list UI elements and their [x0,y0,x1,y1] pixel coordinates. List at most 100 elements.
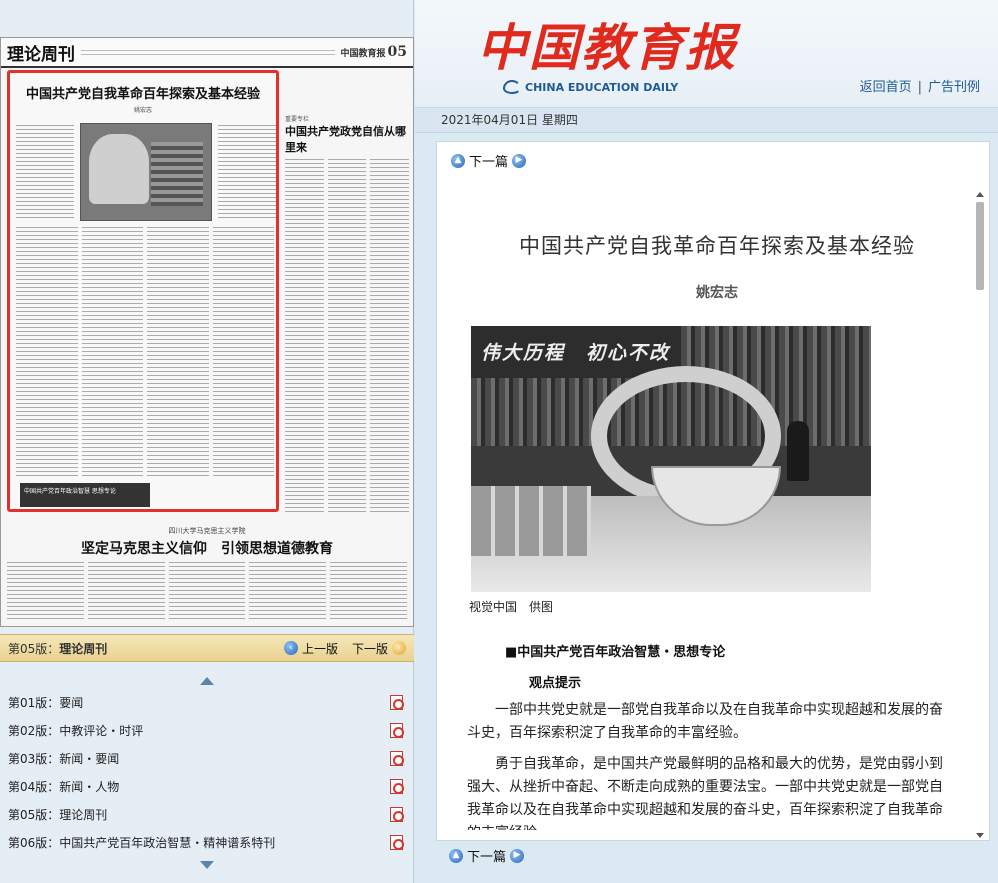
next-edition-label: 下一版 [351,641,388,656]
arrow-forward-icon: ▶ [512,153,527,168]
page-list-label: 第06版：中国共产党百年政治智慧・精神谱系特刊 [8,835,276,850]
prev-edition-label: 上一版 [301,641,338,656]
thumb-bottom-title: 坚定马克思主义信仰 引领思想道德教育 [81,541,333,557]
thumb-col [285,159,324,514]
article-paragraph: 一部中共党史就是一部党自我革命以及在自我革命中实现超越和发展的奋斗史，百年探索积… [467,702,943,741]
pdf-icon[interactable] [390,750,404,766]
article-tip-heading: 观点提示 [529,676,582,691]
article-body: 中国共产党自我革命百年探索及基本经验 姚宏志 伟大历程 初心不改 视觉中国 供图… [467,180,967,830]
thumb-col [7,562,84,622]
thumb-col [16,227,78,477]
logo-chinese: 中国教育报 [477,18,737,77]
scroll-down-icon[interactable] [976,833,984,838]
page-list-item[interactable]: 第01版：要闻 [0,688,414,716]
date-bar: 2021年04月01日 星期四 [415,108,998,133]
ad-rates-link[interactable]: 广告刊例 [928,80,980,95]
edition-page-list: 第01版：要闻 第02版：中教评论・时评 第03版：新闻・要闻 第04版：新闻・… [0,688,414,856]
home-link[interactable]: 返回首页 [860,80,912,95]
thumb-side-columns [285,159,409,514]
next-article-label: 下一篇 [467,850,507,865]
thumb-bottom-article[interactable]: 四川大学马克思主义学院 坚定马克思主义信仰 引领思想道德教育 [7,526,407,622]
page-list-item[interactable]: 第02版：中教评论・时评 [0,716,414,744]
pdf-icon[interactable] [390,722,404,738]
newspaper-name: 中国教育报 [340,49,386,59]
current-edition: 第05版：理论周刊 [8,640,270,657]
article-author: 姚宏志 [696,285,738,301]
link-separator: | [917,80,922,95]
pdf-icon[interactable] [390,778,404,794]
page-root: 理论周刊 中国教育报 05 中国共产党自我革命百年探索及基本经验 姚宏志 中国共产… [0,0,998,883]
article-scrollbar[interactable] [975,192,985,838]
article-photo: 伟大历程 初心不改 [471,326,871,592]
pdf-icon[interactable] [390,806,404,822]
thumb-col [327,159,367,514]
arrow-left-icon: ‹ [283,641,298,655]
edition-nav-bar: 第05版：理论周刊 ‹ 上一版 下一版 › [0,634,414,662]
prev-edition-button[interactable]: ‹ 上一版 [283,640,338,657]
top-links: 返回首页 | 广告刊例 [860,76,980,95]
page-list-item[interactable]: 第04版：新闻・人物 [0,772,414,800]
pdf-icon[interactable] [390,834,404,850]
left-panel: 理论周刊 中国教育报 05 中国共产党自我革命百年探索及基本经验 姚宏志 中国共产… [0,0,414,883]
logo-english-text: CHINA EDUCATION DAILY [525,80,679,94]
page-list-item[interactable]: 第03版：新闻・要闻 [0,744,414,772]
newspaper-header: 理论周刊 中国教育报 05 [1,38,413,68]
page-list-label: 第04版：新闻・人物 [8,779,120,794]
highlighted-article-region[interactable]: 中国共产党自我革命百年探索及基本经验 姚宏志 中国共产党百年政治智慧 思想专论 [7,70,279,512]
next-article-label: 下一篇 [469,155,509,170]
thumb-col [249,562,327,622]
current-edition-name: 理论周刊 [59,641,108,656]
logo-english: CHINA EDUCATION DAILY [503,80,678,94]
masthead: 中国教育报 CHINA EDUCATION DAILY 返回首页 | 广告刊例 [415,0,998,108]
arrow-forward-icon: ▶ [510,848,525,863]
thumb-col [147,227,209,477]
triangle-up-icon [200,677,214,685]
thumb-col [212,227,274,477]
thumb-bottom-supertitle: 四川大学马克思主义学院 [168,527,246,535]
right-panel: 中国教育报 CHINA EDUCATION DAILY 返回首页 | 广告刊例 20… [415,0,998,883]
thumb-side-article[interactable]: 重要专栏 中国共产党政党自信从哪里来 [285,114,409,514]
photo-caption: 视觉中国 供图 [469,600,554,614]
thumb-col [168,562,246,622]
page-list-label: 第01版：要闻 [8,695,84,710]
page-list-scroll-up[interactable] [0,674,414,688]
thumb-column-badge: 中国共产党百年政治智慧 思想专论 [20,483,150,507]
current-edition-prefix: 第05版： [8,641,60,656]
thumb-col [87,562,165,622]
thumb-col [330,562,407,622]
thumb-text-block-right [218,125,276,221]
thumb-col [370,159,409,514]
photo-person [787,421,809,481]
thumb-bottom-columns [7,562,407,622]
scroll-up-icon[interactable] [976,192,984,197]
thumb-article-author: 姚宏志 [133,107,152,114]
thumb-text-block-left [16,125,74,221]
newspaper-section-title: 理论周刊 [7,44,75,65]
article-panel: ▲ 下一篇 ▶ 中国共产党自我革命百年探索及基本经验 姚宏志 伟大历程 初心不改… [436,141,990,841]
page-list-label: 第05版：理论周刊 [8,807,108,822]
next-article-top[interactable]: ▲ 下一篇 ▶ [451,151,527,170]
arrow-up-icon: ▲ [451,153,465,168]
pdf-icon[interactable] [390,694,404,710]
next-article-bottom[interactable]: ▲ 下一篇 ▶ [449,846,525,865]
newspaper-page-thumbnail[interactable]: 理论周刊 中国教育报 05 中国共产党自我革命百年探索及基本经验 姚宏志 中国共产… [0,37,414,627]
arrow-up-icon: ▲ [449,848,463,863]
page-list-scroll-down[interactable] [0,858,414,872]
article-title: 中国共产党自我革命百年探索及基本经验 [519,234,915,258]
thumb-side-label: 重要专栏 [285,116,310,123]
thumb-col [81,227,143,477]
page-list-label: 第03版：新闻・要闻 [8,751,120,766]
photo-books [471,486,591,556]
page-list-item[interactable]: 第05版：理论周刊 [0,800,414,828]
arrow-right-icon: › [392,641,406,655]
scrollbar-thumb[interactable] [976,202,984,290]
next-edition-button[interactable]: 下一版 › [352,640,406,657]
newspaper-page-number: 中国教育报 05 [341,44,408,60]
triangle-down-icon [200,861,214,869]
thumb-side-title: 中国共产党政党自信从哪里来 [285,125,406,154]
page-list-item[interactable]: 第06版：中国共产党百年政治智慧・精神谱系特刊 [0,828,414,856]
newspaper-rule [81,49,335,55]
thumb-text-columns [16,227,274,477]
article-paragraph: 勇于自我革命，是中国共产党最鲜明的品格和最大的优势，是党由弱小到强大、从挫折中奋… [467,756,943,830]
article-subhead: ■中国共产党百年政治智慧・思想专论 [505,645,726,660]
